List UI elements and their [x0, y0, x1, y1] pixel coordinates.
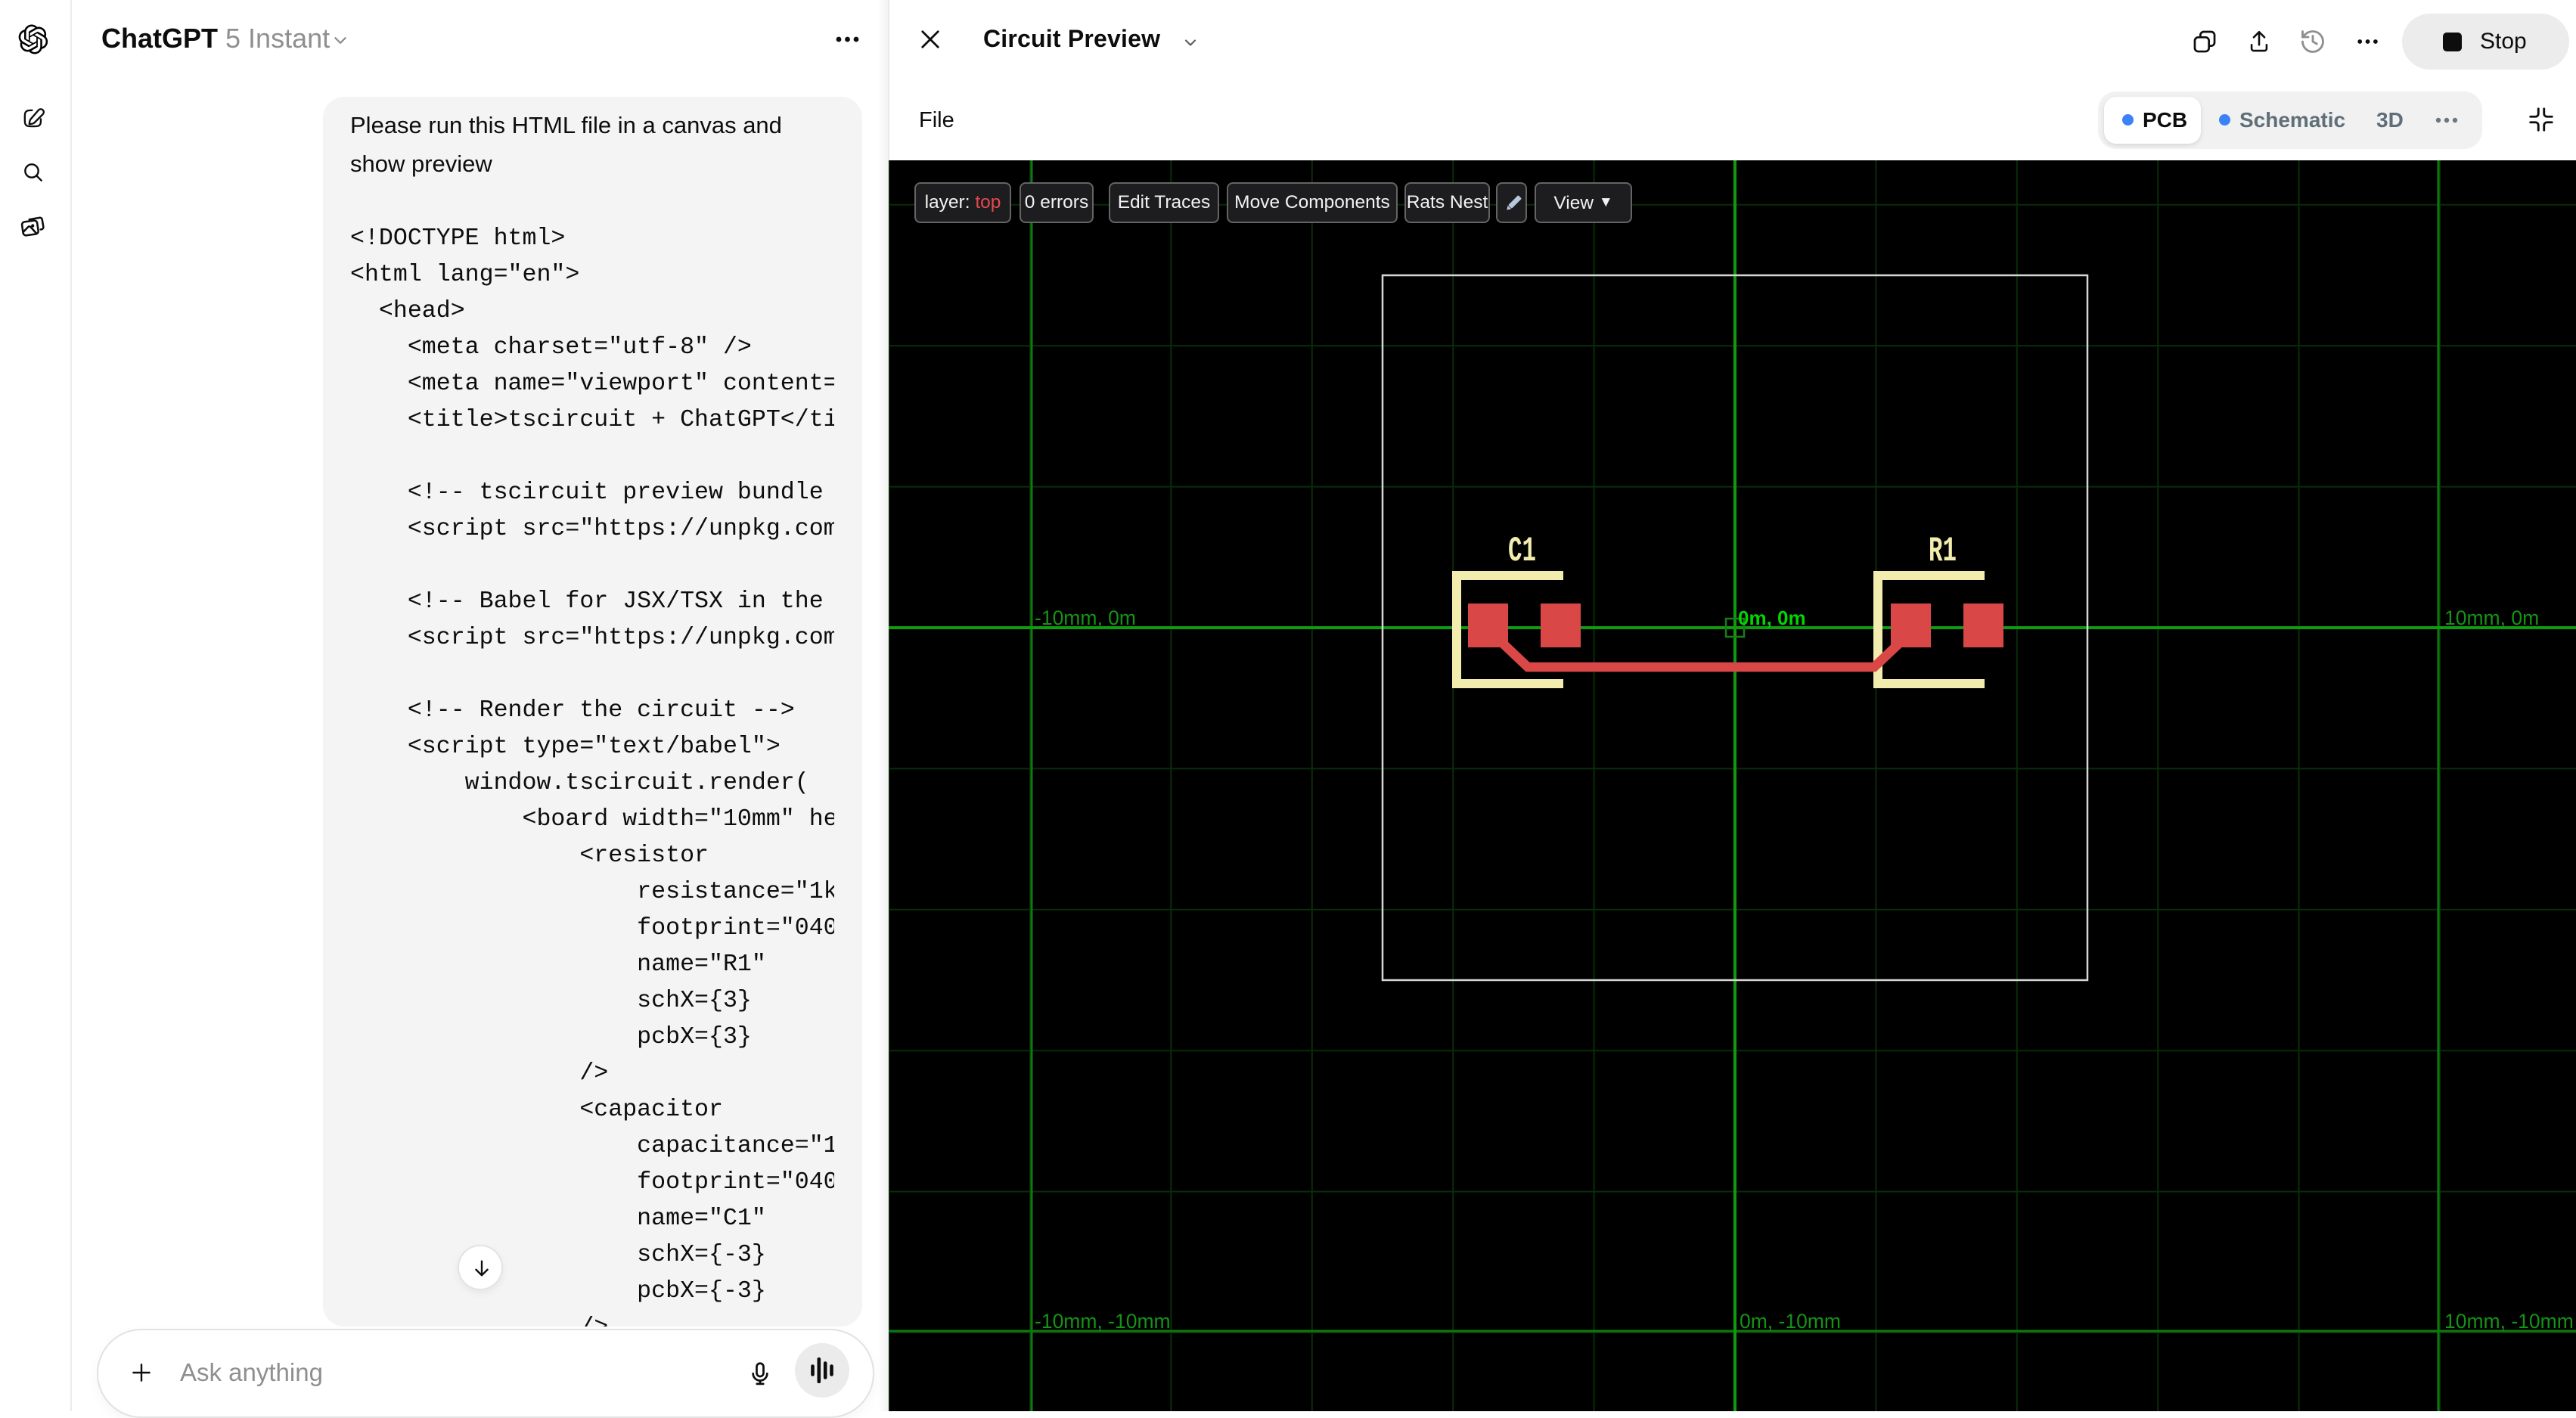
svg-text:R1: R1 — [1929, 532, 1957, 571]
svg-text:C1: C1 — [1508, 532, 1536, 571]
svg-text:-10mm, 0m: -10mm, 0m — [1035, 607, 1136, 629]
svg-text:10mm, -10mm: 10mm, -10mm — [2444, 1310, 2574, 1333]
svg-text:0m, 0m: 0m, 0m — [1738, 607, 1806, 629]
svg-text:-10mm, -10mm: -10mm, -10mm — [1035, 1310, 1171, 1333]
svg-text:0m, -10mm: 0m, -10mm — [1740, 1310, 1841, 1333]
svg-text:10mm, 0m: 10mm, 0m — [2444, 607, 2539, 629]
